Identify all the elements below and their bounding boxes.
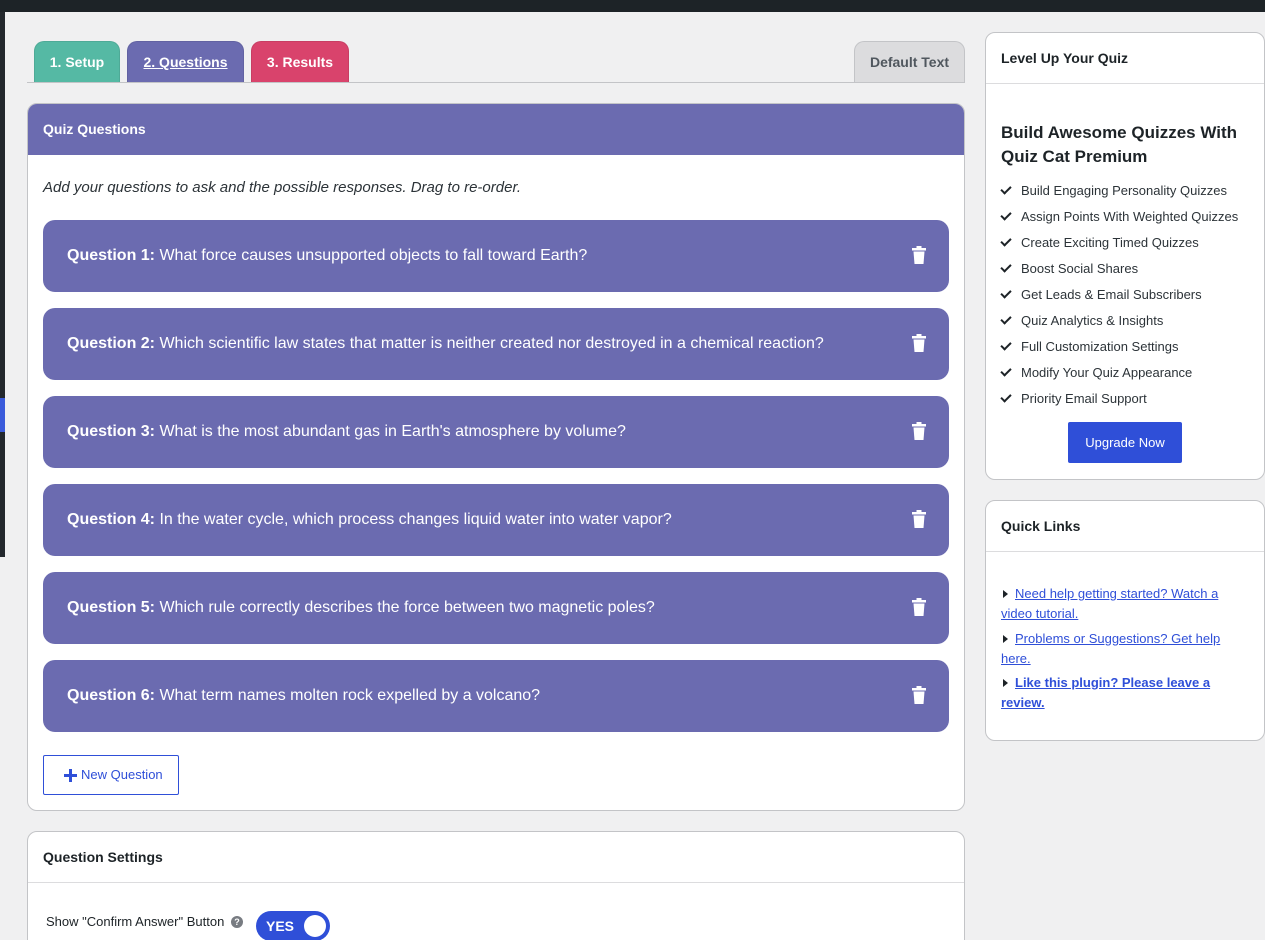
trash-icon[interactable]	[911, 598, 927, 616]
new-question-button[interactable]: New Question	[43, 755, 179, 795]
question-text: Which scientific law states that matter …	[159, 335, 824, 352]
plus-icon	[64, 769, 77, 782]
feature-item: Priority Email Support	[1000, 391, 1147, 406]
toggle-label: YES	[266, 918, 295, 934]
help-icon[interactable]: ?	[231, 916, 243, 928]
question-number: Question 2:	[67, 335, 160, 352]
question-text: What term names molten rock expelled by …	[159, 687, 541, 704]
tab-results[interactable]: 3. Results	[251, 41, 349, 82]
get-help-link[interactable]: Problems or Suggestions? Get help here.	[1001, 631, 1220, 666]
question-number: Question 4:	[67, 511, 160, 528]
confirm-answer-label: Show "Confirm Answer" Button	[46, 914, 225, 929]
feature-item: Full Customization Settings	[1000, 339, 1179, 354]
question-number: Question 3:	[67, 423, 160, 440]
feature-item: Quiz Analytics & Insights	[1000, 313, 1164, 328]
quiz-questions-header: Quiz Questions	[28, 104, 964, 155]
trash-icon[interactable]	[911, 686, 927, 704]
trash-icon[interactable]	[911, 422, 927, 440]
tab-questions[interactable]: 2. Questions	[127, 41, 244, 82]
feature-label: Create Exciting Timed Quizzes	[1021, 235, 1199, 250]
quiz-questions-panel: Quiz Questions Add your questions to ask…	[27, 103, 965, 811]
triangle-right-icon	[1003, 635, 1008, 643]
question-card[interactable]: Question 5: Which rule correctly describ…	[43, 572, 949, 644]
feature-item: Create Exciting Timed Quizzes	[1000, 235, 1199, 250]
feature-label: Boost Social Shares	[1021, 261, 1139, 276]
check-icon	[1000, 339, 1012, 351]
trash-icon[interactable]	[911, 334, 927, 352]
trash-icon[interactable]	[911, 510, 927, 528]
triangle-right-icon	[1003, 590, 1008, 598]
new-question-label: New Question	[81, 767, 163, 782]
promo-title: Build Awesome Quizzes With Quiz Cat Prem…	[1001, 123, 1237, 166]
question-card[interactable]: Question 6: What term names molten rock …	[43, 660, 949, 732]
question-card[interactable]: Question 4: In the water cycle, which pr…	[43, 484, 949, 556]
feature-label: Get Leads & Email Subscribers	[1021, 287, 1202, 302]
tab-default-text[interactable]: Default Text	[854, 41, 965, 82]
quick-link-item: Need help getting started? Watch a video…	[1001, 584, 1241, 624]
quick-link-item: Problems or Suggestions? Get help here.	[1001, 629, 1241, 669]
feature-item: Boost Social Shares	[1000, 261, 1139, 276]
quiz-questions-intro: Add your questions to ask and the possib…	[43, 179, 522, 196]
question-text: What is the most abundant gas in Earth's…	[159, 423, 626, 440]
check-icon	[1000, 391, 1012, 403]
question-text: In the water cycle, which process change…	[159, 511, 672, 528]
level-up-panel: Level Up Your Quiz Build Awesome Quizzes…	[985, 32, 1265, 480]
question-text: Which rule correctly describes the force…	[159, 599, 655, 616]
level-up-header: Level Up Your Quiz	[986, 33, 1264, 84]
quiz-tabs: 1. Setup 2. Questions 3. Results Default…	[27, 41, 965, 83]
feature-label: Priority Email Support	[1021, 391, 1147, 406]
quick-links-header: Quick Links	[986, 501, 1264, 552]
triangle-right-icon	[1003, 679, 1008, 687]
upgrade-now-button[interactable]: Upgrade Now	[1068, 422, 1182, 463]
check-icon	[1000, 183, 1012, 195]
check-icon	[1000, 365, 1012, 377]
toggle-knob	[304, 915, 326, 937]
feature-item: Modify Your Quiz Appearance	[1000, 365, 1193, 380]
tab-setup[interactable]: 1. Setup	[34, 41, 120, 82]
question-card[interactable]: Question 3: What is the most abundant ga…	[43, 396, 949, 468]
feature-label: Full Customization Settings	[1021, 339, 1179, 354]
check-icon	[1000, 209, 1012, 221]
feature-label: Assign Points With Weighted Quizzes	[1021, 209, 1239, 224]
feature-item: Get Leads & Email Subscribers	[1000, 287, 1202, 302]
question-number: Question 6:	[67, 687, 160, 704]
check-icon	[1000, 313, 1012, 325]
question-card[interactable]: Question 2: Which scientific law states …	[43, 308, 949, 380]
video-tutorial-link[interactable]: Need help getting started? Watch a video…	[1001, 586, 1218, 621]
question-settings-panel: Question Settings Show "Confirm Answer" …	[27, 831, 965, 940]
feature-item: Build Engaging Personality Quizzes	[1000, 183, 1227, 198]
question-number: Question 1:	[67, 247, 160, 264]
question-card[interactable]: Question 1: What force causes unsupporte…	[43, 220, 949, 292]
quick-link-item: Like this plugin? Please leave a review.	[1001, 673, 1241, 713]
feature-label: Build Engaging Personality Quizzes	[1021, 183, 1227, 198]
collapse-menu-icon[interactable]	[0, 398, 5, 432]
check-icon	[1000, 261, 1012, 273]
check-icon	[1000, 235, 1012, 247]
question-settings-header: Question Settings	[28, 832, 964, 883]
confirm-answer-toggle[interactable]: YES	[256, 911, 330, 940]
check-icon	[1000, 287, 1012, 299]
feature-label: Modify Your Quiz Appearance	[1021, 365, 1193, 380]
feature-item: Assign Points With Weighted Quizzes	[1000, 209, 1239, 224]
feature-label: Quiz Analytics & Insights	[1021, 313, 1164, 328]
admin-bar	[0, 0, 1265, 12]
admin-sidebar-edge	[0, 12, 5, 557]
leave-review-link[interactable]: Like this plugin? Please leave a review.	[1001, 675, 1210, 710]
quick-links-panel: Quick Links Need help getting started? W…	[985, 500, 1265, 741]
question-text: What force causes unsupported objects to…	[159, 247, 588, 264]
question-number: Question 5:	[67, 599, 160, 616]
trash-icon[interactable]	[911, 246, 927, 264]
